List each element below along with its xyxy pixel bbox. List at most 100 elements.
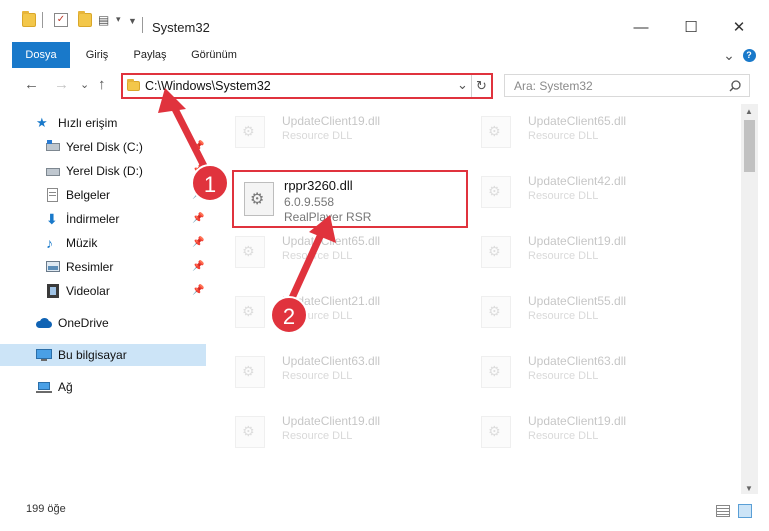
star-icon: ★ [36, 115, 48, 130]
highlighted-file[interactable]: rppr3260.dll 6.0.9.558 RealPlayer RSR [232, 170, 468, 228]
properties-icon[interactable]: ✓ [54, 13, 68, 27]
dll-file-icon [481, 116, 511, 148]
file-name: UpdateClient55.dll [528, 294, 627, 308]
file-description: Resource DLL [528, 250, 599, 262]
file-description: Resource DLL [528, 130, 599, 142]
dll-file-icon [235, 296, 265, 328]
scrollbar-thumb[interactable] [744, 120, 755, 172]
customize-quick-access-icon[interactable]: ▾ [116, 14, 121, 25]
address-dropdown-icon[interactable]: ⌄ [457, 77, 468, 93]
list-item[interactable]: UpdateClient55.dll Resource DLL [456, 284, 686, 334]
recent-locations-button[interactable]: ⌄ [80, 78, 89, 91]
title-bar: ✓ ▤ ▾ ▼ System32 — ☐ ✕ [0, 0, 769, 42]
file-description: Resource DLL [528, 310, 599, 322]
list-item[interactable]: UpdateClient19.dll Resource DLL [210, 104, 440, 154]
list-item[interactable]: UpdateClient21.dll Resource DLL [210, 284, 440, 334]
sidebar-item-label: Bu bilgisayar [58, 348, 127, 362]
list-item[interactable]: UpdateClient65.dll Resource DLL [210, 224, 440, 274]
search-placeholder: Ara: System32 [514, 79, 593, 93]
window-title: System32 [152, 20, 210, 35]
download-icon: ⬇ [46, 211, 58, 227]
address-path: C:\Windows\System32 [145, 79, 271, 93]
dll-file-icon [481, 416, 511, 448]
dll-file-icon [481, 356, 511, 388]
large-icons-view-icon[interactable] [738, 504, 752, 518]
tab-paylas[interactable]: Paylaş [130, 42, 170, 68]
folder-icon [22, 11, 36, 27]
sidebar-item-ag[interactable]: Ağ [0, 376, 206, 398]
documents-icon [46, 188, 60, 202]
pin-icon[interactable]: 📌 [192, 213, 204, 224]
pin-icon[interactable]: 📌 [192, 141, 204, 152]
sidebar-item-label: Videolar [66, 284, 110, 298]
file-description: Resource DLL [528, 370, 599, 382]
sidebar-item-onedrive[interactable]: OneDrive [0, 312, 206, 334]
divider [42, 12, 43, 28]
file-description: RealPlayer RSR [284, 210, 372, 224]
sidebar-item-indirmeler[interactable]: ⬇ İndirmeler 📌 [0, 208, 206, 230]
list-item[interactable]: UpdateClient63.dll Resource DLL [456, 344, 686, 394]
sidebar-item-muzik[interactable]: ♪ Müzik 📌 [0, 232, 206, 254]
sidebar-item-belgeler[interactable]: Belgeler 📌 [0, 184, 206, 206]
search-icon[interactable] [729, 80, 741, 92]
computer-icon [36, 348, 52, 362]
file-name: UpdateClient19.dll [282, 414, 381, 428]
network-icon [36, 380, 52, 394]
forward-button[interactable]: → [54, 76, 69, 93]
list-item[interactable]: UpdateClient19.dll Resource DLL [456, 404, 686, 454]
details-view-icon[interactable] [716, 505, 730, 517]
item-count: 199 öğe [26, 503, 66, 515]
drive-icon [46, 140, 60, 154]
sidebar-item-yerel-disk-c[interactable]: Yerel Disk (C:) 📌 [0, 136, 206, 158]
pin-icon[interactable]: 📌 [192, 285, 204, 296]
search-input[interactable]: Ara: System32 [504, 74, 750, 97]
file-description: Resource DLL [282, 430, 353, 442]
drive-icon [46, 164, 60, 178]
pin-icon[interactable]: 📌 [192, 237, 204, 248]
tab-dosya[interactable]: Dosya [12, 42, 70, 68]
sidebar-item-label: Yerel Disk (D:) [66, 164, 143, 178]
sidebar-item-resimler[interactable]: Resimler 📌 [0, 256, 206, 278]
list-item[interactable]: UpdateClient19.dll Resource DLL [456, 224, 686, 274]
pin-icon[interactable]: 📌 [192, 261, 204, 272]
sidebar-item-label: Müzik [66, 236, 98, 250]
tab-gorunum[interactable]: Görünüm [188, 42, 240, 68]
sidebar-item-label: Ağ [58, 380, 73, 394]
refresh-icon[interactable]: ↻ [476, 78, 487, 94]
step-2-badge: 2 [270, 296, 308, 334]
address-bar[interactable]: C:\Windows\System32 ⌄ ↻ [121, 73, 493, 99]
new-folder-icon[interactable] [78, 11, 92, 27]
view-options-icon[interactable]: ▤ [98, 13, 112, 27]
scroll-down-icon[interactable]: ▼ [745, 484, 753, 493]
expand-ribbon-icon[interactable]: ⌄ [722, 42, 736, 68]
minimize-button[interactable]: — [618, 14, 664, 42]
maximize-button[interactable]: ☐ [668, 14, 714, 42]
divider [142, 17, 143, 33]
sidebar-item-yerel-disk-d[interactable]: Yerel Disk (D:) 📌 [0, 160, 206, 182]
sidebar-item-label: Hızlı erişim [58, 116, 118, 130]
help-icon[interactable]: ? [740, 42, 758, 68]
file-description: Resource DLL [282, 130, 353, 142]
back-button[interactable]: ← [24, 76, 39, 93]
sidebar-item-hizli-erisim[interactable]: ★ Hızlı erişim [0, 112, 206, 134]
file-description: Resource DLL [528, 430, 599, 442]
vertical-scrollbar[interactable]: ▲ ▼ [741, 104, 758, 494]
status-bar: 199 öğe [0, 494, 769, 531]
file-name: UpdateClient19.dll [528, 234, 627, 248]
dll-file-icon [235, 416, 265, 448]
file-description: Resource DLL [282, 250, 353, 262]
dll-file-icon [244, 182, 274, 216]
scroll-up-icon[interactable]: ▲ [745, 107, 753, 116]
close-button[interactable]: ✕ [716, 14, 762, 42]
list-item[interactable]: UpdateClient65.dll Resource DLL [456, 104, 686, 154]
file-name: rppr3260.dll [284, 178, 353, 193]
list-item[interactable]: UpdateClient42.dll Resource DLL [456, 164, 686, 214]
list-item[interactable]: UpdateClient63.dll Resource DLL [210, 344, 440, 394]
list-item[interactable]: UpdateClient19.dll Resource DLL [210, 404, 440, 454]
sidebar-item-videolar[interactable]: Videolar 📌 [0, 280, 206, 302]
tab-giris[interactable]: Giriş [82, 42, 112, 68]
up-button[interactable]: ↑ [98, 76, 106, 93]
folder-icon [127, 79, 140, 91]
chevron-down-icon[interactable]: ▼ [128, 16, 137, 26]
sidebar-item-bu-bilgisayar[interactable]: Bu bilgisayar [0, 344, 206, 366]
